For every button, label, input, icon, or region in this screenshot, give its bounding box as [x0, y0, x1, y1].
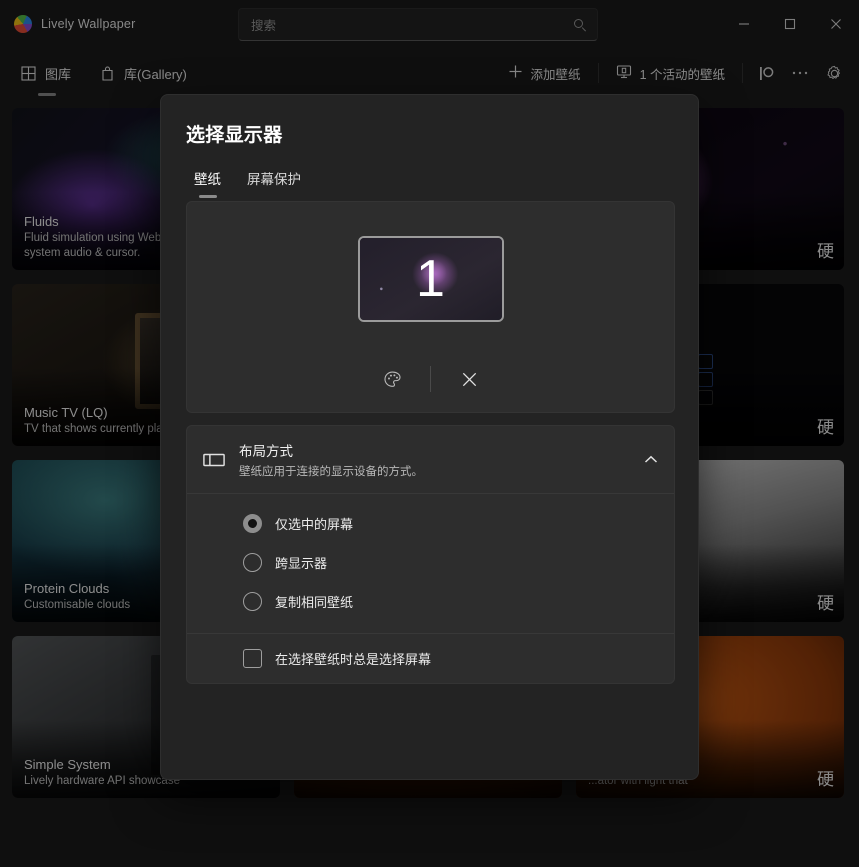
palette-icon[interactable]: [370, 364, 414, 394]
dialog-title: 选择显示器: [186, 125, 283, 146]
tab-wallpaper[interactable]: 壁纸: [186, 165, 229, 198]
layout-option-label: 跨显示器: [275, 556, 328, 571]
tab-screensaver[interactable]: 屏幕保护: [239, 165, 309, 198]
layout-option-duplicate[interactable]: 复制相同壁纸: [187, 582, 674, 621]
radio-selected-screen[interactable]: [243, 514, 262, 533]
divider: [430, 366, 431, 392]
monitor-number: 1: [416, 250, 445, 308]
tab-screensaver-label: 屏幕保护: [247, 172, 301, 187]
layout-title: 布局方式: [239, 444, 293, 459]
radio-duplicate[interactable]: [243, 592, 262, 611]
chevron-up-icon[interactable]: [644, 451, 658, 469]
close-icon[interactable]: [447, 364, 491, 394]
layout-icon: [203, 449, 225, 471]
radio-span[interactable]: [243, 553, 262, 572]
layout-option-label: 复制相同壁纸: [275, 595, 354, 610]
layout-option-span[interactable]: 跨显示器: [187, 543, 674, 582]
layout-expander-header[interactable]: 布局方式 壁纸应用于连接的显示设备的方式。: [187, 426, 674, 493]
layout-option-label: 仅选中的屏幕: [275, 517, 354, 532]
always-select-screen-checkbox[interactable]: [243, 649, 262, 668]
monitor-preview-1[interactable]: 1: [357, 236, 504, 322]
dialog-tabs: 壁纸 屏幕保护: [161, 147, 698, 198]
layout-options: 仅选中的屏幕 跨显示器 复制相同壁纸: [187, 493, 674, 633]
monitor-panel: 1: [186, 201, 675, 413]
select-monitor-dialog: 选择显示器 壁纸 屏幕保护 1 布局方式 壁纸应用于连接的显示设备的方式。 仅选…: [160, 94, 699, 780]
app-window: Lively Wallpaper 搜索 图库 库(Gallery) 添加壁纸 1…: [0, 0, 859, 867]
tab-wallpaper-label: 壁纸: [194, 172, 221, 187]
layout-option-selected-screen[interactable]: 仅选中的屏幕: [187, 504, 674, 543]
layout-expander: 布局方式 壁纸应用于连接的显示设备的方式。 仅选中的屏幕 跨显示器 复制相同壁纸…: [186, 425, 675, 684]
monitor-actions: [187, 364, 674, 394]
always-select-screen-row[interactable]: 在选择壁纸时总是选择屏幕: [187, 633, 674, 683]
always-select-screen-label: 在选择壁纸时总是选择屏幕: [275, 652, 432, 667]
layout-description: 壁纸应用于连接的显示设备的方式。: [239, 466, 423, 478]
